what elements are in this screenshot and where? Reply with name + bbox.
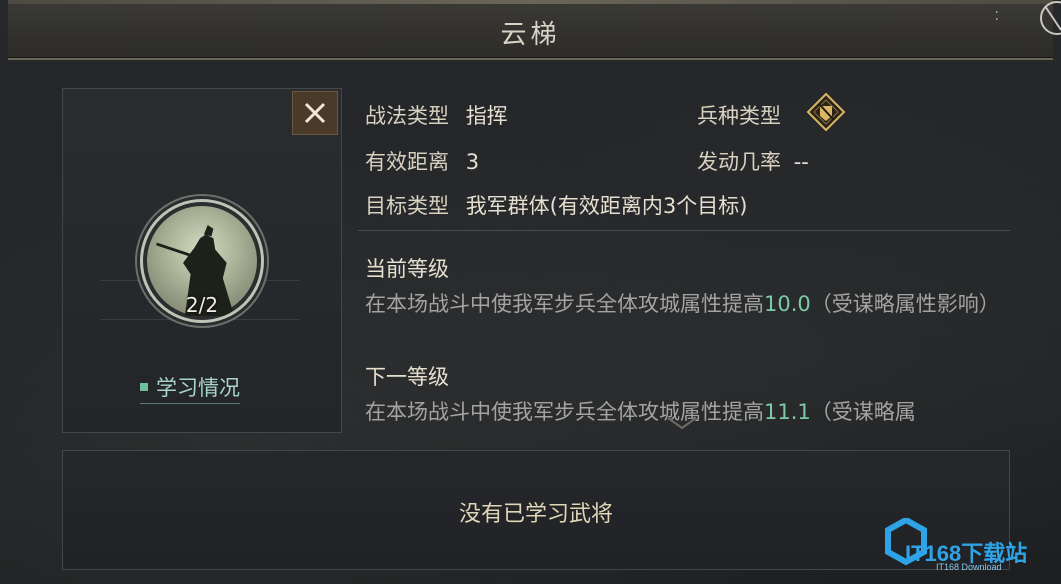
troop-type-label: 兵种类型 — [697, 104, 781, 128]
target-value: 我军群体(有效距离内3个目标) — [465, 194, 748, 218]
general-level: 2/2 — [185, 293, 219, 317]
title-bar: 云梯 — [8, 0, 1053, 60]
tactic-type-row: 战法类型 指挥 — [365, 100, 508, 130]
target-row: 目标类型 我军群体(有效距离内3个目标) — [365, 190, 747, 220]
target-label: 目标类型 — [365, 194, 449, 218]
range-row: 有效距离 3 — [365, 146, 479, 176]
tactic-type-value: 指挥 — [465, 104, 508, 128]
infantry-shield-icon[interactable] — [806, 92, 846, 132]
current-level-heading: 当前等级 — [365, 257, 449, 281]
trigger-value: -- — [793, 150, 809, 174]
watermark-sub: IT168 Download — [936, 562, 1002, 572]
current-level-value: 10.0 — [764, 292, 811, 316]
trigger-label: 发动几率 — [697, 150, 781, 174]
next-level-desc-suffix: （受谋略属 — [810, 400, 916, 424]
current-level-desc-prefix: 在本场战斗中使我军步兵全体攻城属性提高 — [365, 292, 764, 316]
learn-status-link[interactable]: 学习情况 — [140, 374, 240, 404]
troop-type-row: 兵种类型 — [697, 100, 781, 130]
next-level-heading: 下一等级 — [365, 365, 449, 389]
range-value: 3 — [465, 150, 480, 174]
tactic-type-label: 战法类型 — [365, 104, 449, 128]
status-bullet-icon — [140, 382, 148, 391]
next-level-desc-prefix: 在本场战斗中使我军步兵全体攻城属性提高 — [365, 400, 764, 424]
section-divider — [358, 230, 1010, 231]
current-level-desc: 在本场战斗中使我军步兵全体攻城属性提高10.0（受谋略属性影响） — [365, 287, 1005, 322]
menu-dots-icon[interactable]: · · — [995, 6, 999, 27]
range-label: 有效距离 — [365, 150, 449, 174]
current-level-desc-suffix: （受谋略属性影响） — [810, 292, 1000, 316]
close-button[interactable] — [292, 91, 338, 135]
scroll-down-chevron-icon[interactable] — [664, 414, 700, 434]
page-title: 云梯 — [500, 20, 561, 50]
next-level-value: 11.1 — [764, 400, 811, 424]
window-close-icon[interactable] — [1027, 0, 1061, 40]
current-level-section: 当前等级 在本场战斗中使我军步兵全体攻城属性提高10.0（受谋略属性影响） — [365, 252, 1005, 322]
learn-status-label: 学习情况 — [156, 375, 240, 400]
close-icon — [304, 102, 326, 124]
no-learned-message: 没有已学习武将 — [458, 502, 613, 527]
trigger-row: 发动几率 -- — [697, 146, 809, 176]
